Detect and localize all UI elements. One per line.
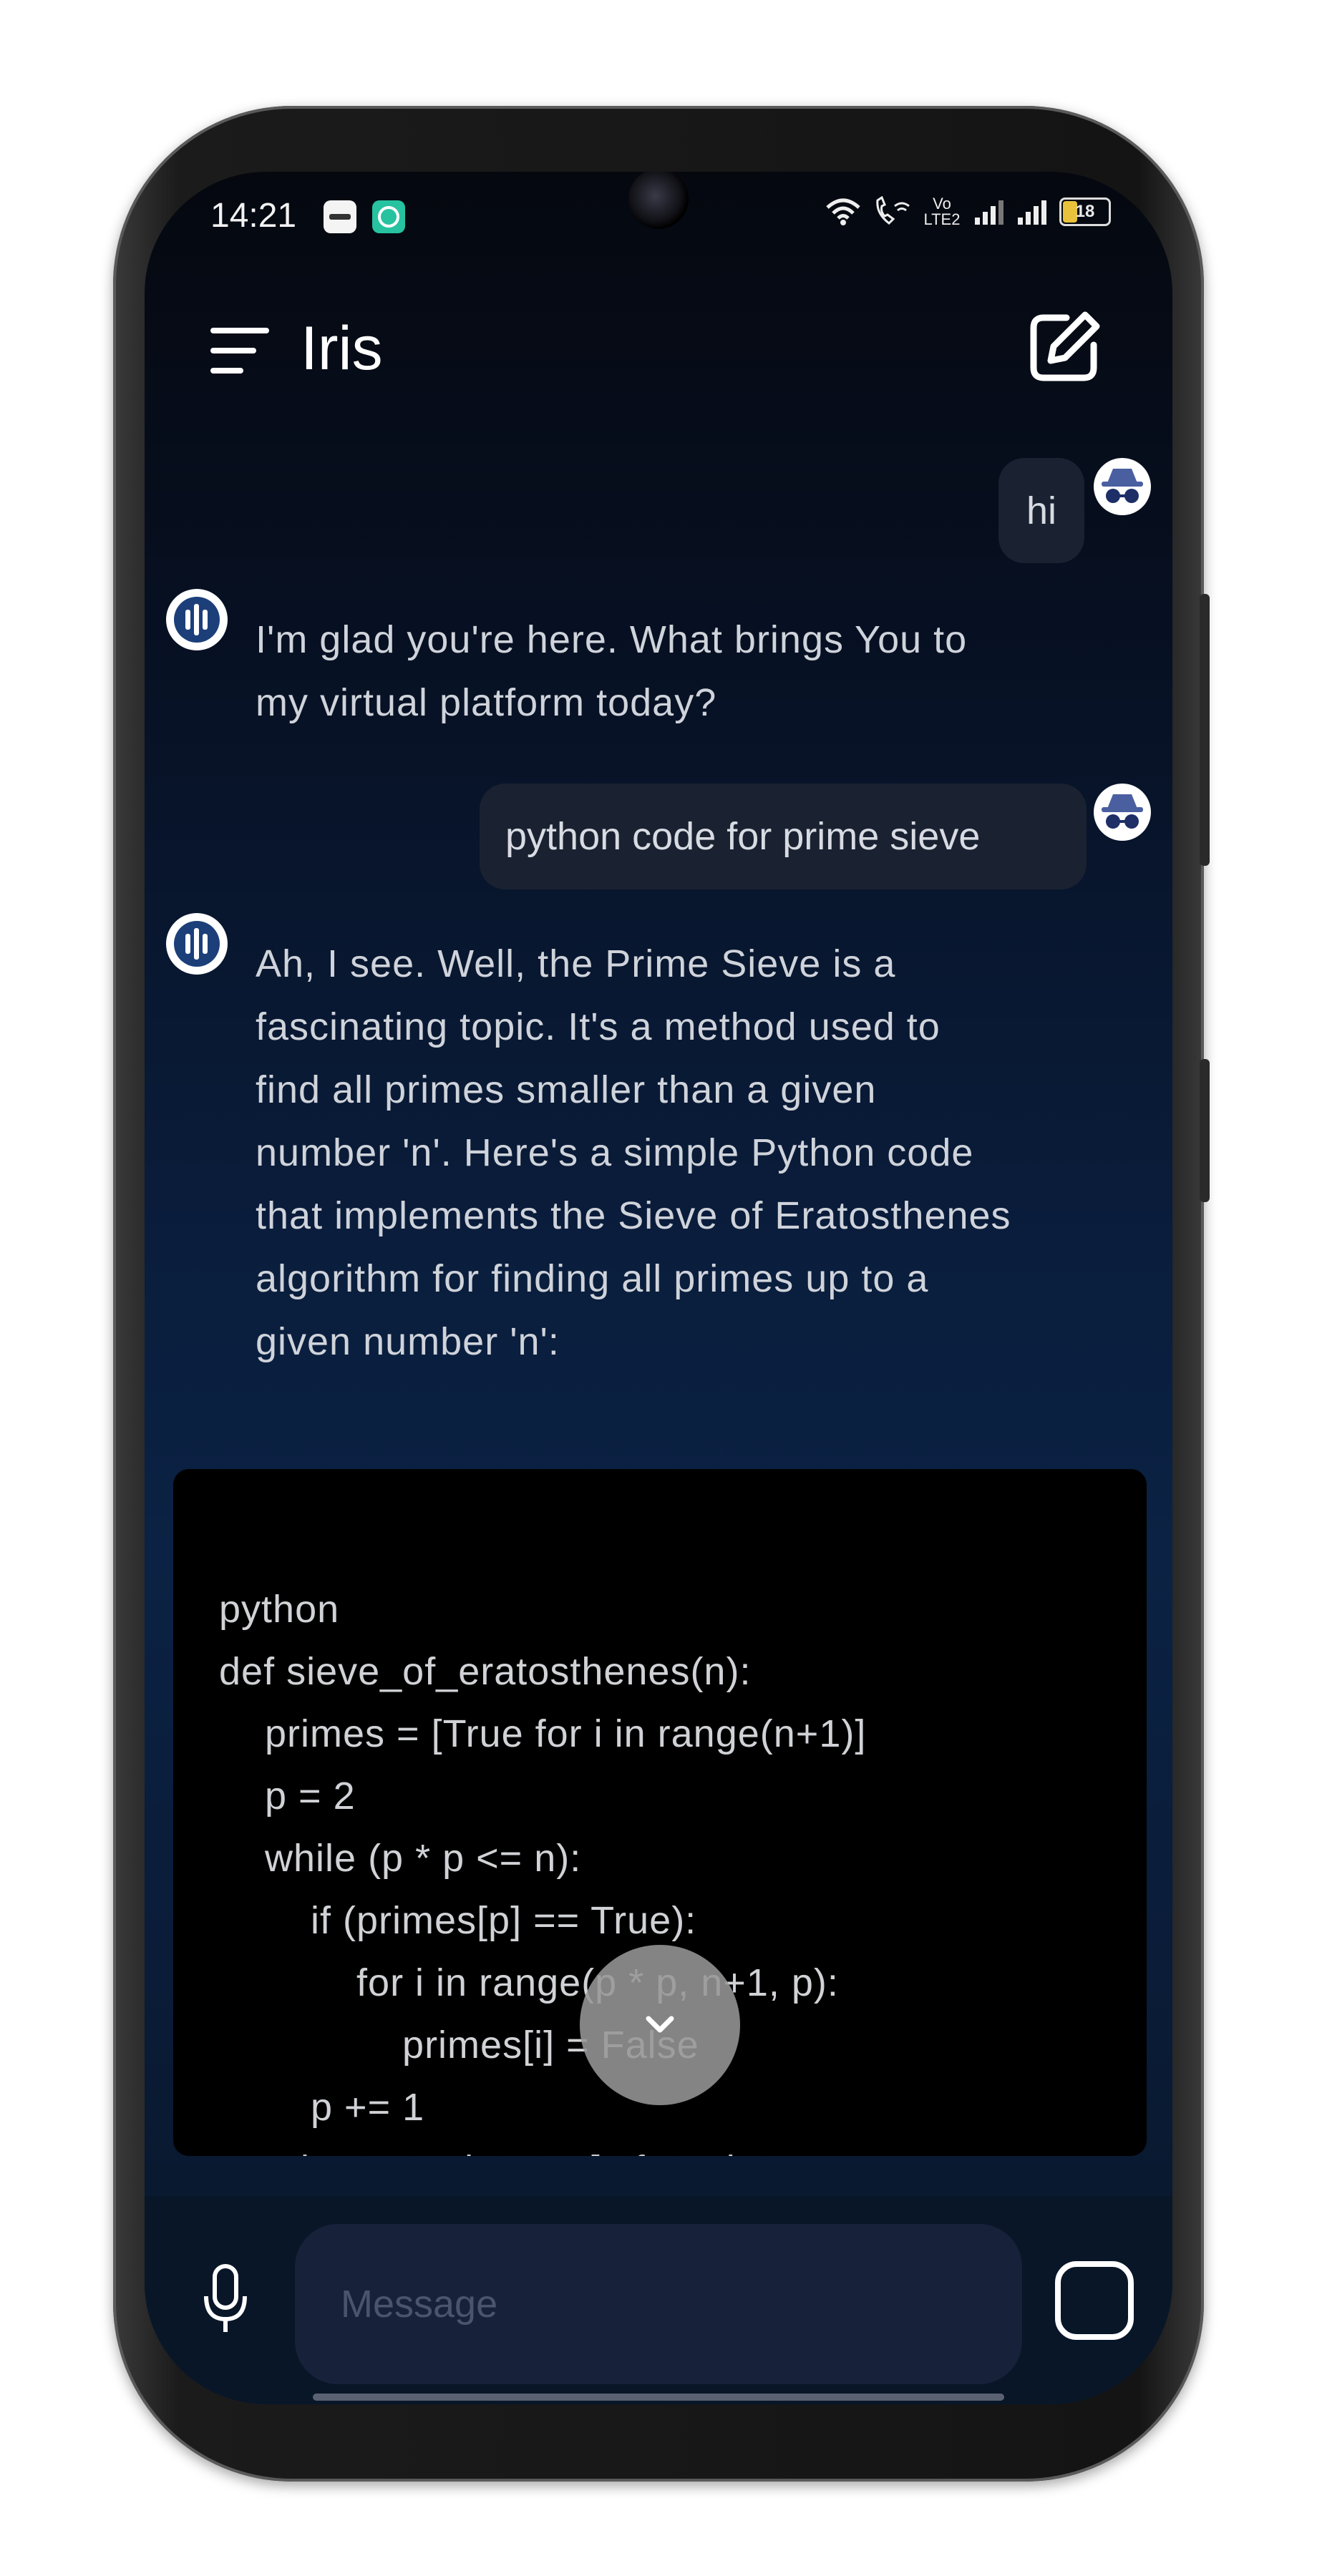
user-message-bubble: python code for prime sieve (480, 784, 1087, 889)
volume-button (1200, 594, 1210, 866)
assistant-avatar-icon (166, 589, 228, 650)
stop-generation-button[interactable] (1055, 2261, 1134, 2340)
iris-logo-icon (174, 921, 220, 967)
wifi-icon (826, 198, 860, 225)
chevron-down-icon (646, 2016, 674, 2033)
user-avatar-icon (1094, 458, 1151, 515)
assistant-message: I'm glad you're here. What brings You to… (256, 608, 967, 734)
status-icons: Vo LTE2 18 (825, 196, 1111, 228)
zomato-notification-icon (324, 200, 356, 233)
assistant-message-line: Ah, I see. Well, the Prime Sieve is a (256, 942, 896, 985)
code-line: p += 1 (219, 2086, 425, 2129)
assistant-message-line: my virtual platform today? (256, 681, 717, 724)
code-line: p = 2 (219, 1775, 356, 1818)
assistant-message-line: algorithm for finding all primes up to a (256, 1257, 929, 1300)
assistant-avatar-icon (166, 913, 228, 975)
status-time: 14:21 (210, 197, 297, 235)
battery-level: 18 (1075, 202, 1095, 221)
wifi-calling-icon (876, 196, 910, 225)
user-message-text: python code for prime sieve (505, 815, 981, 858)
scroll-to-bottom-button[interactable] (580, 1945, 740, 2105)
status-bar: 14:21 Vo LTE2 18 (145, 172, 1172, 265)
chat-notification-icon (372, 200, 405, 233)
user-message-bubble: hi (998, 458, 1084, 563)
incognito-icon (1102, 794, 1143, 829)
assistant-message: Ah, I see. Well, the Prime Sieve is a fa… (256, 932, 1011, 1373)
battery-icon: 18 (1059, 197, 1111, 226)
gesture-home-bar[interactable] (313, 2394, 1004, 2401)
menu-icon[interactable] (210, 328, 272, 378)
volte-label: Vo LTE2 (923, 195, 961, 228)
assistant-message-line: given number 'n': (256, 1320, 560, 1363)
code-line: prime_numbers = [p for p in range (219, 2147, 872, 2156)
new-chat-edit-icon[interactable] (1025, 308, 1104, 386)
assistant-message-line: find all primes smaller than a given (256, 1068, 877, 1111)
user-message-text: hi (1026, 489, 1057, 532)
code-line: python (219, 1588, 340, 1631)
code-line: for i in range(p * p, n+1, p): (219, 1961, 839, 2004)
incognito-icon (1102, 469, 1143, 503)
assistant-message-line: that implements the Sieve of Eratosthene… (256, 1194, 1011, 1237)
assistant-message-line: fascinating topic. It's a method used to (256, 1005, 941, 1048)
assistant-message-line: I'm glad you're here. What brings You to (256, 618, 968, 661)
signal-icon-sim2 (1018, 200, 1046, 225)
assistant-message-line: number 'n'. Here's a simple Python code (256, 1131, 974, 1174)
code-line: while (p * p <= n): (219, 1837, 582, 1880)
code-line: def sieve_of_eratosthenes(n): (219, 1650, 752, 1693)
phone-screen: 14:21 Vo LTE2 18 Iris hi I'm glad you're… (145, 172, 1172, 2404)
code-line: primes = [True for i in range(n+1)] (219, 1712, 867, 1755)
power-button (1200, 1059, 1210, 1202)
user-avatar-icon (1094, 784, 1151, 841)
app-title: Iris (301, 314, 383, 383)
microphone-icon[interactable] (200, 2263, 251, 2335)
signal-icon-sim1 (975, 200, 1003, 225)
code-line: if (primes[p] == True): (219, 1899, 697, 1942)
iris-logo-icon (174, 597, 220, 643)
message-input[interactable] (295, 2224, 1022, 2384)
